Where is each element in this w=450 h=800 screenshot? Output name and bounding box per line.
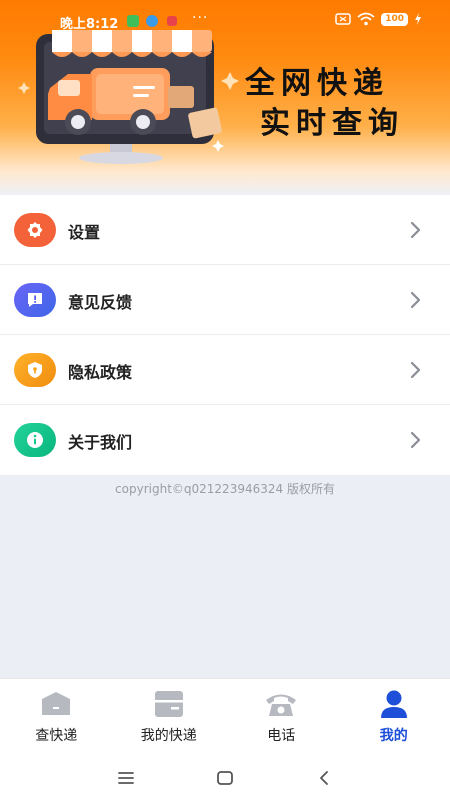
user-icon — [380, 690, 407, 718]
menu-item-label: 意见反馈 — [68, 293, 133, 312]
menu-item-label: 隐私政策 — [68, 363, 133, 382]
tab-label: 电话 — [267, 728, 296, 744]
chevron-right-icon — [410, 291, 421, 309]
banner-title-line2: 实时查询 — [260, 106, 404, 141]
chevron-right-icon — [410, 361, 421, 379]
battery-icon: 100 — [381, 12, 408, 26]
gear-icon — [14, 213, 56, 247]
menu-icon[interactable] — [114, 766, 138, 790]
tab-my-express[interactable]: 我的快递 — [113, 679, 226, 756]
bottom-tab-bar: 查快递 我的快递 电话 我的 — [0, 678, 450, 756]
status-right-icons: 100 — [335, 12, 422, 26]
menu-item-about[interactable]: 关于我们 — [0, 405, 450, 475]
info-icon — [14, 423, 56, 457]
menu-item-privacy[interactable]: 隐私政策 — [0, 335, 450, 405]
charging-icon — [415, 13, 421, 25]
copyright-text: copyright©q021223946324 版权所有 — [115, 482, 335, 496]
tab-mine[interactable]: 我的 — [338, 679, 450, 756]
box-icon — [154, 691, 183, 717]
header-banner: 晚上8:12 ··· 100 全网快递 实时查询 — [0, 0, 450, 195]
menu-item-label: 关于我们 — [68, 433, 133, 452]
home-icon[interactable] — [213, 766, 237, 790]
wifi-icon — [357, 12, 375, 26]
system-nav-bar — [0, 756, 450, 800]
menu-item-feedback[interactable]: 意见反馈 — [0, 265, 450, 335]
chevron-right-icon — [410, 221, 421, 239]
tab-label: 我的快递 — [140, 728, 197, 744]
menu-item-label: 设置 — [68, 223, 101, 242]
tab-search-express[interactable]: 查快递 — [0, 679, 113, 756]
banner-title-line1: 全网快递 — [245, 66, 389, 101]
menu-item-settings[interactable]: 设置 — [0, 195, 450, 265]
back-icon[interactable] — [312, 766, 336, 790]
phone-icon — [266, 694, 297, 716]
settings-menu: 设置 意见反馈 隐私政策 关于我们 — [0, 195, 450, 475]
delivery-truck-shop-illustration — [18, 30, 239, 164]
screen-icon — [335, 13, 351, 25]
feedback-icon — [14, 283, 56, 317]
package-icon — [42, 692, 71, 715]
chevron-right-icon — [410, 431, 421, 449]
tab-phone[interactable]: 电话 — [225, 679, 338, 756]
tab-label: 查快递 — [35, 728, 78, 744]
tab-label: 我的 — [379, 728, 408, 744]
shield-icon — [14, 353, 56, 387]
